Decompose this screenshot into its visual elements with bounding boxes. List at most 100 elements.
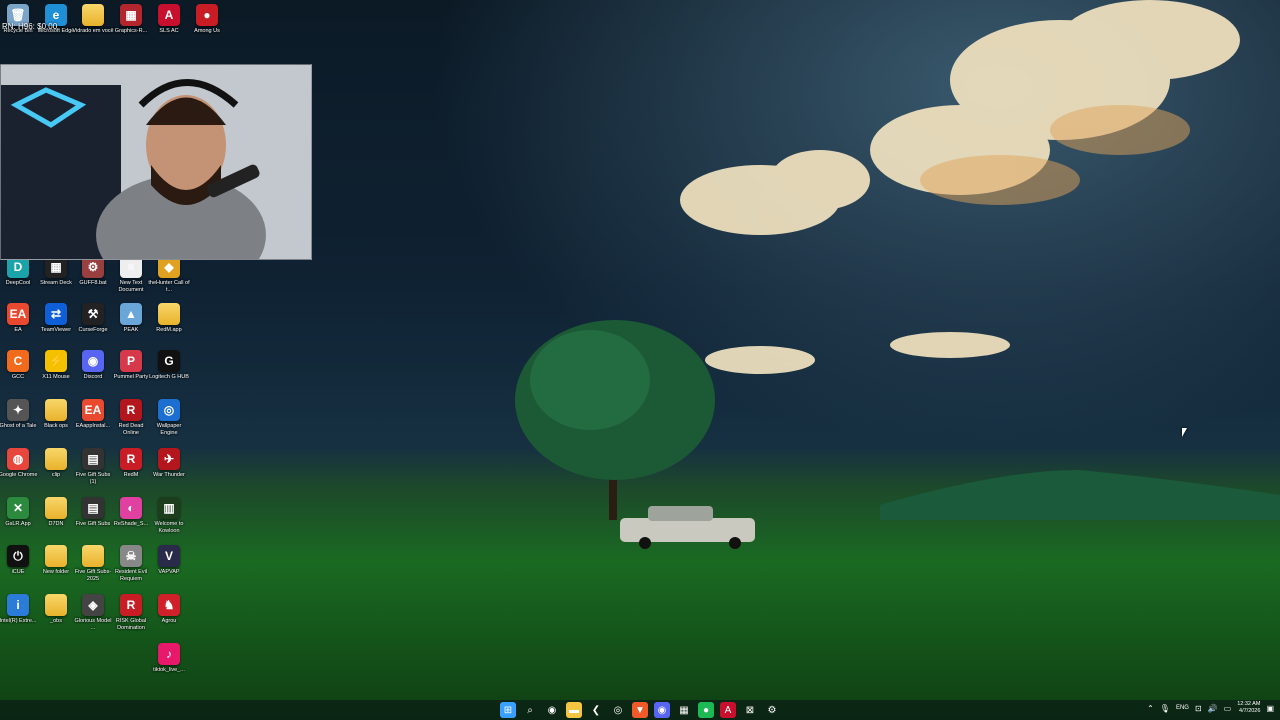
desktop-icon[interactable]: ▦ Stream Deck (37, 256, 75, 302)
start-button[interactable]: ⊞ (500, 702, 516, 718)
desktop-icon[interactable]: ◍ Google Chrome (0, 448, 37, 494)
desktop-icon[interactable]: ♪ tiktok_live_... (150, 643, 188, 689)
desktop-icon-label: TeamViewer (40, 327, 72, 333)
desktop-icon[interactable]: ⇄ TeamViewer (37, 303, 75, 349)
desktop-icon-label: RedM.app (156, 327, 182, 333)
teamviewer-icon: ⇄ (45, 303, 67, 325)
desktop-icon[interactable]: _obs (37, 594, 75, 640)
desktop-icon[interactable]: Vidrado em você (72, 4, 114, 50)
desktop-icon[interactable]: C GCC (0, 350, 37, 396)
desktop-icon[interactable]: ▥ Welcome to Kowloon (150, 497, 188, 543)
reshade-icon: ◐ (120, 497, 142, 519)
desktop-icon[interactable]: ⚒ CurseForge (74, 303, 112, 349)
desktop-icon[interactable]: New folder (37, 545, 75, 591)
settings-icon[interactable]: ⚙ (764, 702, 780, 718)
desktop-icon-label: PEAK (123, 327, 139, 333)
app-icon: V (158, 545, 180, 567)
desktop-icon-label: GCC (11, 374, 25, 380)
desktop-icon[interactable]: R RedM (112, 448, 150, 494)
chevron-up-icon[interactable]: ⌃ (1147, 704, 1154, 713)
desktop-icon[interactable]: ⚙ GUFF8.bat (74, 256, 112, 302)
desktop-icon[interactable]: G Logitech G HUB (149, 350, 189, 396)
desktop-icon-label: EA (14, 327, 22, 333)
curseforge-icon: ⚒ (82, 303, 104, 325)
desktop-icon-label: X11 Mouse (42, 374, 70, 380)
desktop-icon-label: GUFF8.bat (79, 280, 107, 286)
app-icon[interactable]: ❮ (588, 702, 604, 718)
desktop-icon-label: Resident Evil Requiem (114, 569, 148, 582)
desktop-icon[interactable]: D DeepCool (0, 256, 37, 302)
game-icon: ▥ (158, 497, 180, 519)
desktop-icon[interactable]: ♞ Agrou (150, 594, 188, 640)
language-indicator[interactable]: ENG (1176, 705, 1189, 711)
desktop-icon-label: SLS AC (159, 28, 179, 34)
obs-icon[interactable]: ◉ (544, 702, 560, 718)
search-icon[interactable]: ⌕ (522, 702, 538, 718)
desktop-icon[interactable]: ◎ Wallpaper Engine (150, 399, 188, 445)
desktop-icon[interactable]: ◉ Discord (74, 350, 112, 396)
spotify-icon[interactable]: ● (698, 702, 714, 718)
desktop-icon-label: Welcome to Kowloon (154, 521, 184, 534)
desktop-icon[interactable]: clip (37, 448, 75, 494)
desktop-icon-label: Five Gift Subs (75, 521, 111, 527)
desktop-icon[interactable]: Five Gift Subs-2025 (74, 545, 112, 591)
desktop-icon[interactable]: ⏻ iCUE (0, 545, 37, 591)
webcam-feed (1, 65, 311, 259)
desktop-icon[interactable]: ✕ GsLR.App (0, 497, 37, 543)
game-icon: ♞ (158, 594, 180, 616)
desktop-icon[interactable]: ▤ Five Gift Subs (1) (74, 448, 112, 494)
desktop-icon-label: New Text Document (118, 280, 144, 293)
app-icon[interactable]: ▦ (676, 702, 692, 718)
desktop-icon[interactable]: V VAPVAP (150, 545, 188, 591)
mouse-icon: ⚡ (45, 350, 67, 372)
desktop-icon[interactable]: ✈ War Thunder (150, 448, 188, 494)
desktop-icon[interactable]: ☠ Resident Evil Requiem (112, 545, 150, 591)
desktop-icon-label: DeepCool (5, 280, 31, 286)
xbox-icon[interactable]: ⊠ (742, 702, 758, 718)
desktop-icon[interactable]: ◆ theHunter Call of t... (148, 256, 190, 302)
game-icon: ☠ (120, 545, 142, 567)
adobe-icon[interactable]: A (720, 702, 736, 718)
desktop-icon[interactable]: ● Among Us (188, 4, 226, 50)
desktop-icon[interactable]: ▦ Graphics-R... (112, 4, 150, 50)
intel-icon: i (7, 594, 29, 616)
desktop-icon-label: GsLR.App (5, 521, 31, 527)
desktop-icon[interactable]: ▲ PEAK (112, 303, 150, 349)
desktop-icon[interactable]: R RISK Global Domination (112, 594, 150, 640)
game-icon: ✈ (158, 448, 180, 470)
desktop-icon[interactable]: ◈ Glorious Model ... (74, 594, 112, 640)
wallpaper-engine-icon: ◎ (158, 399, 180, 421)
desktop-icon-label: Agrou (161, 618, 177, 624)
desktop-icon[interactable]: ◐ ReShade_S... (112, 497, 150, 543)
desktop-icon[interactable]: EA EA (0, 303, 37, 349)
notification-icon[interactable]: ▣ (1266, 704, 1274, 713)
network-icon[interactable]: ⊡ (1195, 704, 1202, 713)
desktop-icon[interactable]: A SLS AC (150, 4, 188, 50)
discord-icon[interactable]: ◉ (654, 702, 670, 718)
stream-overlay-text: RN: H96: $0.00 (2, 22, 58, 31)
clock[interactable]: 12:32 AM 4/7/2026 (1237, 701, 1260, 715)
game-icon: ✦ (7, 399, 29, 421)
desktop-icon[interactable]: ▤ Five Gift Subs (74, 497, 112, 543)
desktop-icon-label: Wallpaper Engine (156, 423, 182, 436)
ea-icon: EA (82, 399, 104, 421)
desktop-icon[interactable]: D7DN (37, 497, 75, 543)
battery-icon[interactable]: ▭ (1224, 704, 1232, 713)
microphone-icon[interactable]: 🎙 (1160, 704, 1170, 713)
desktop-icon-label: clip (51, 472, 61, 478)
desktop-icon[interactable]: R Red Dead Online (112, 399, 150, 445)
desktop-icon[interactable]: ≡ New Text Document (112, 256, 150, 302)
logitech-icon: G (158, 350, 180, 372)
desktop-icon[interactable]: P Pummel Party (112, 350, 150, 396)
file-explorer-icon[interactable]: ▬ (566, 702, 582, 718)
tiktok-icon: ♪ (158, 643, 180, 665)
desktop-icon[interactable]: i Intel(R) Extre... (0, 594, 37, 640)
brave-icon[interactable]: ▼ (632, 702, 648, 718)
desktop-icon[interactable]: ⚡ X11 Mouse (37, 350, 75, 396)
desktop-icon[interactable]: EA EAappInstal... (74, 399, 112, 445)
desktop-icon[interactable]: Black ops (37, 399, 75, 445)
desktop-icon[interactable]: RedM.app (150, 303, 188, 349)
desktop-icon[interactable]: ✦ Ghost of a Tale (0, 399, 37, 445)
steam-icon[interactable]: ◎ (610, 702, 626, 718)
volume-icon[interactable]: 🔊 (1208, 704, 1218, 713)
